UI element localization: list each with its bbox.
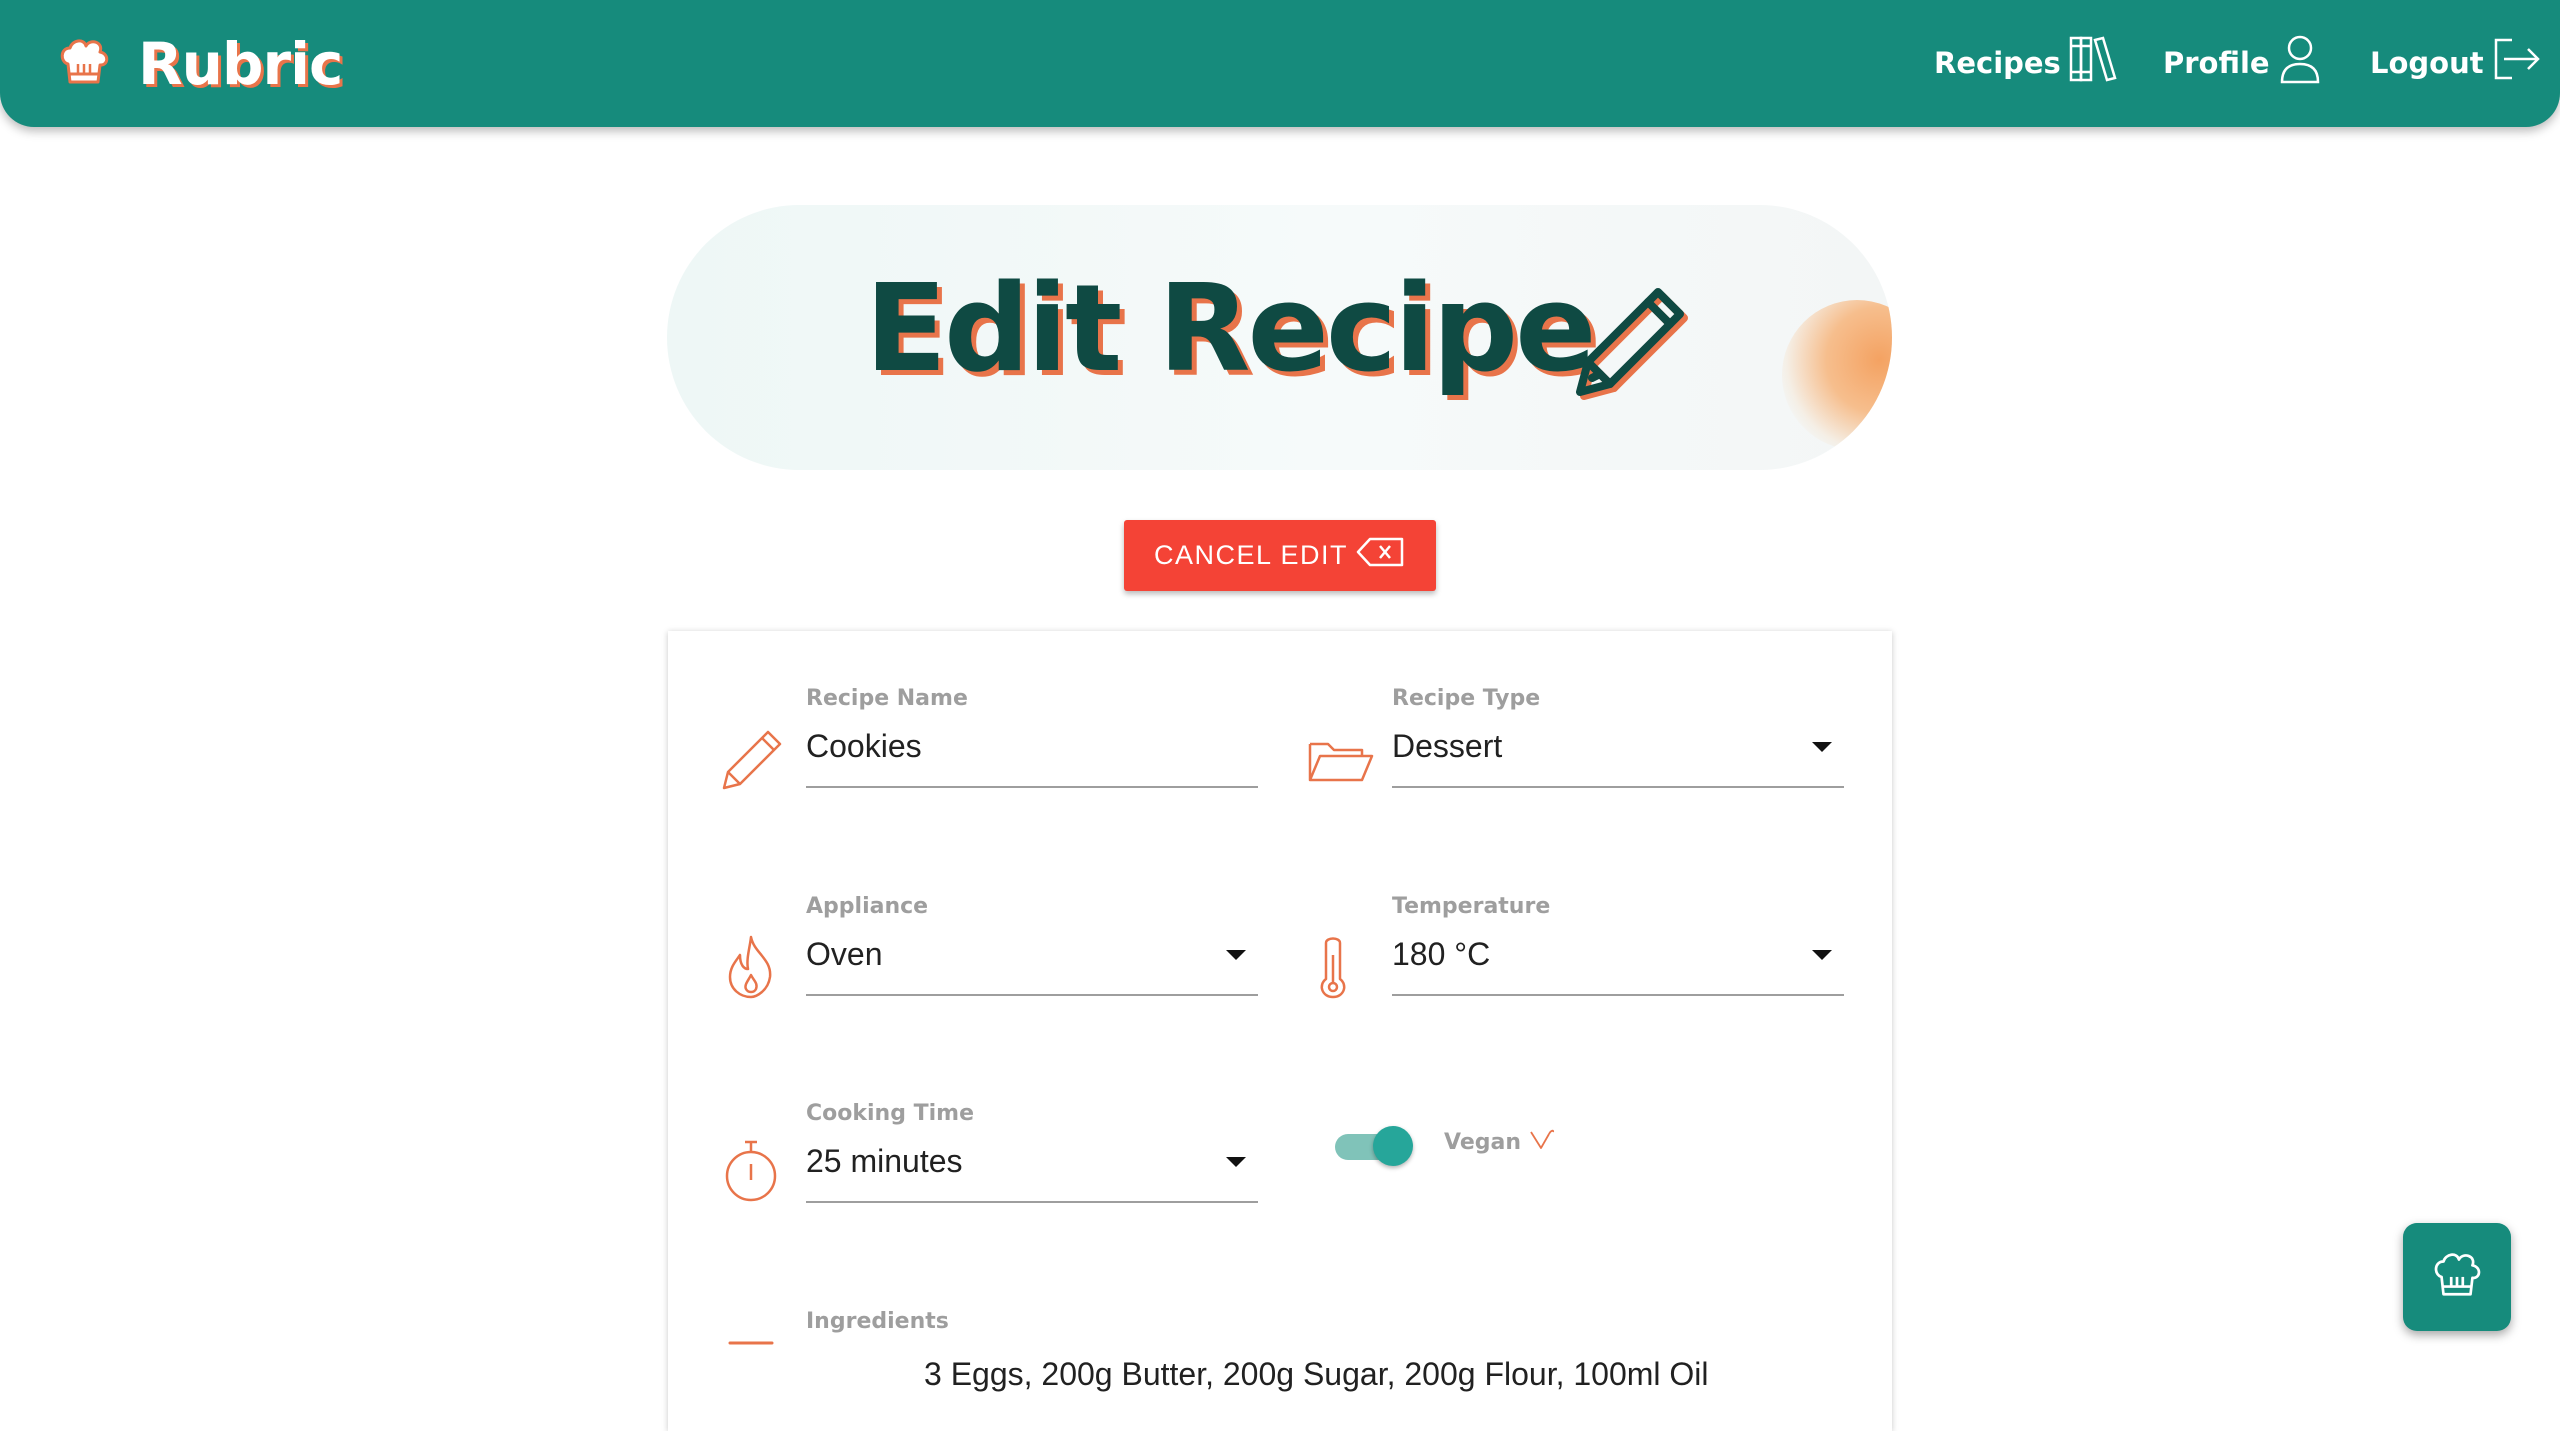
recipe-name-input[interactable] <box>806 728 1258 765</box>
cooking-time-label: Cooking Time <box>806 1101 975 1126</box>
backspace-icon <box>1348 535 1406 576</box>
pencil-icon <box>1562 270 1702 410</box>
recipe-type-label: Recipe Type <box>1392 686 1541 711</box>
brand-logo[interactable]: Rubric <box>56 30 343 98</box>
decorative-blob <box>1782 300 1892 450</box>
appliance-label: Appliance <box>806 894 929 919</box>
cancel-edit-button[interactable]: CANCEL EDIT <box>1124 520 1436 591</box>
temperature-value: 180 °C <box>1392 936 1491 972</box>
page-hero: Edit Recipe <box>667 205 1892 470</box>
nav-recipes-link[interactable]: Recipes <box>1934 34 2123 93</box>
thermometer-icon <box>1298 931 1368 1001</box>
nav-logout-link[interactable]: Logout <box>2370 36 2546 90</box>
cancel-edit-label: CANCEL EDIT <box>1153 540 1349 570</box>
appliance-select[interactable]: Appliance Oven <box>806 894 1258 1004</box>
nav-profile-link[interactable]: Profile <box>2163 34 2332 93</box>
recipe-name-field: Recipe Name <box>806 686 1258 796</box>
field-underline <box>1392 994 1844 996</box>
books-icon <box>2061 34 2123 93</box>
toggle-thumb <box>1373 1126 1413 1166</box>
pencil-icon <box>716 726 786 796</box>
field-underline <box>806 786 1258 788</box>
vegan-label-wrap: Vegan <box>1444 1128 1555 1156</box>
field-underline <box>806 994 1258 996</box>
temperature-select[interactable]: Temperature 180 °C <box>1392 894 1844 1004</box>
cooking-time-select[interactable]: Cooking Time 25 minutes <box>806 1101 1258 1211</box>
chevron-down-icon[interactable] <box>1812 950 1832 960</box>
recipe-form-card: Recipe Name Recipe Type Dessert Applianc… <box>668 631 1892 1431</box>
recipe-type-value: Dessert <box>1392 728 1503 764</box>
logout-icon <box>2484 34 2546 93</box>
field-underline <box>1392 786 1844 788</box>
cooking-time-value: 25 minutes <box>806 1143 963 1179</box>
vegan-label: Vegan <box>1444 1129 1521 1155</box>
recipe-type-select[interactable]: Recipe Type Dessert <box>1392 686 1844 796</box>
chef-hat-icon <box>2430 1248 2484 1306</box>
chef-hat-icon <box>56 34 112 94</box>
chevron-down-icon[interactable] <box>1226 950 1246 960</box>
recipe-name-label: Recipe Name <box>806 686 968 711</box>
brand-name: Rubric <box>138 30 343 98</box>
vegan-icon <box>1521 1128 1555 1156</box>
user-icon <box>2270 34 2332 93</box>
field-underline <box>806 1201 1258 1203</box>
page-title: Edit Recipe <box>865 260 1596 399</box>
nav-logout-label: Logout <box>2370 46 2484 80</box>
chevron-down-icon[interactable] <box>1226 1157 1246 1167</box>
folder-open-icon <box>1306 726 1376 796</box>
list-icon <box>716 1331 786 1401</box>
ingredients-label: Ingredients <box>806 1309 949 1334</box>
appliance-value: Oven <box>806 936 883 972</box>
flame-icon <box>716 931 786 1001</box>
temperature-label: Temperature <box>1392 894 1551 919</box>
chevron-down-icon[interactable] <box>1812 742 1832 752</box>
ingredients-textarea[interactable]: 3 Eggs, 200g Butter, 200g Sugar, 200g Fl… <box>924 1356 1824 1393</box>
nav-profile-label: Profile <box>2163 46 2270 80</box>
nav-recipes-label: Recipes <box>1934 46 2061 80</box>
floating-action-button[interactable] <box>2403 1223 2511 1331</box>
stopwatch-icon <box>716 1136 786 1206</box>
vegan-toggle[interactable] <box>1335 1126 1413 1166</box>
navbar: Rubric Recipes Profile Logout <box>0 0 2560 127</box>
